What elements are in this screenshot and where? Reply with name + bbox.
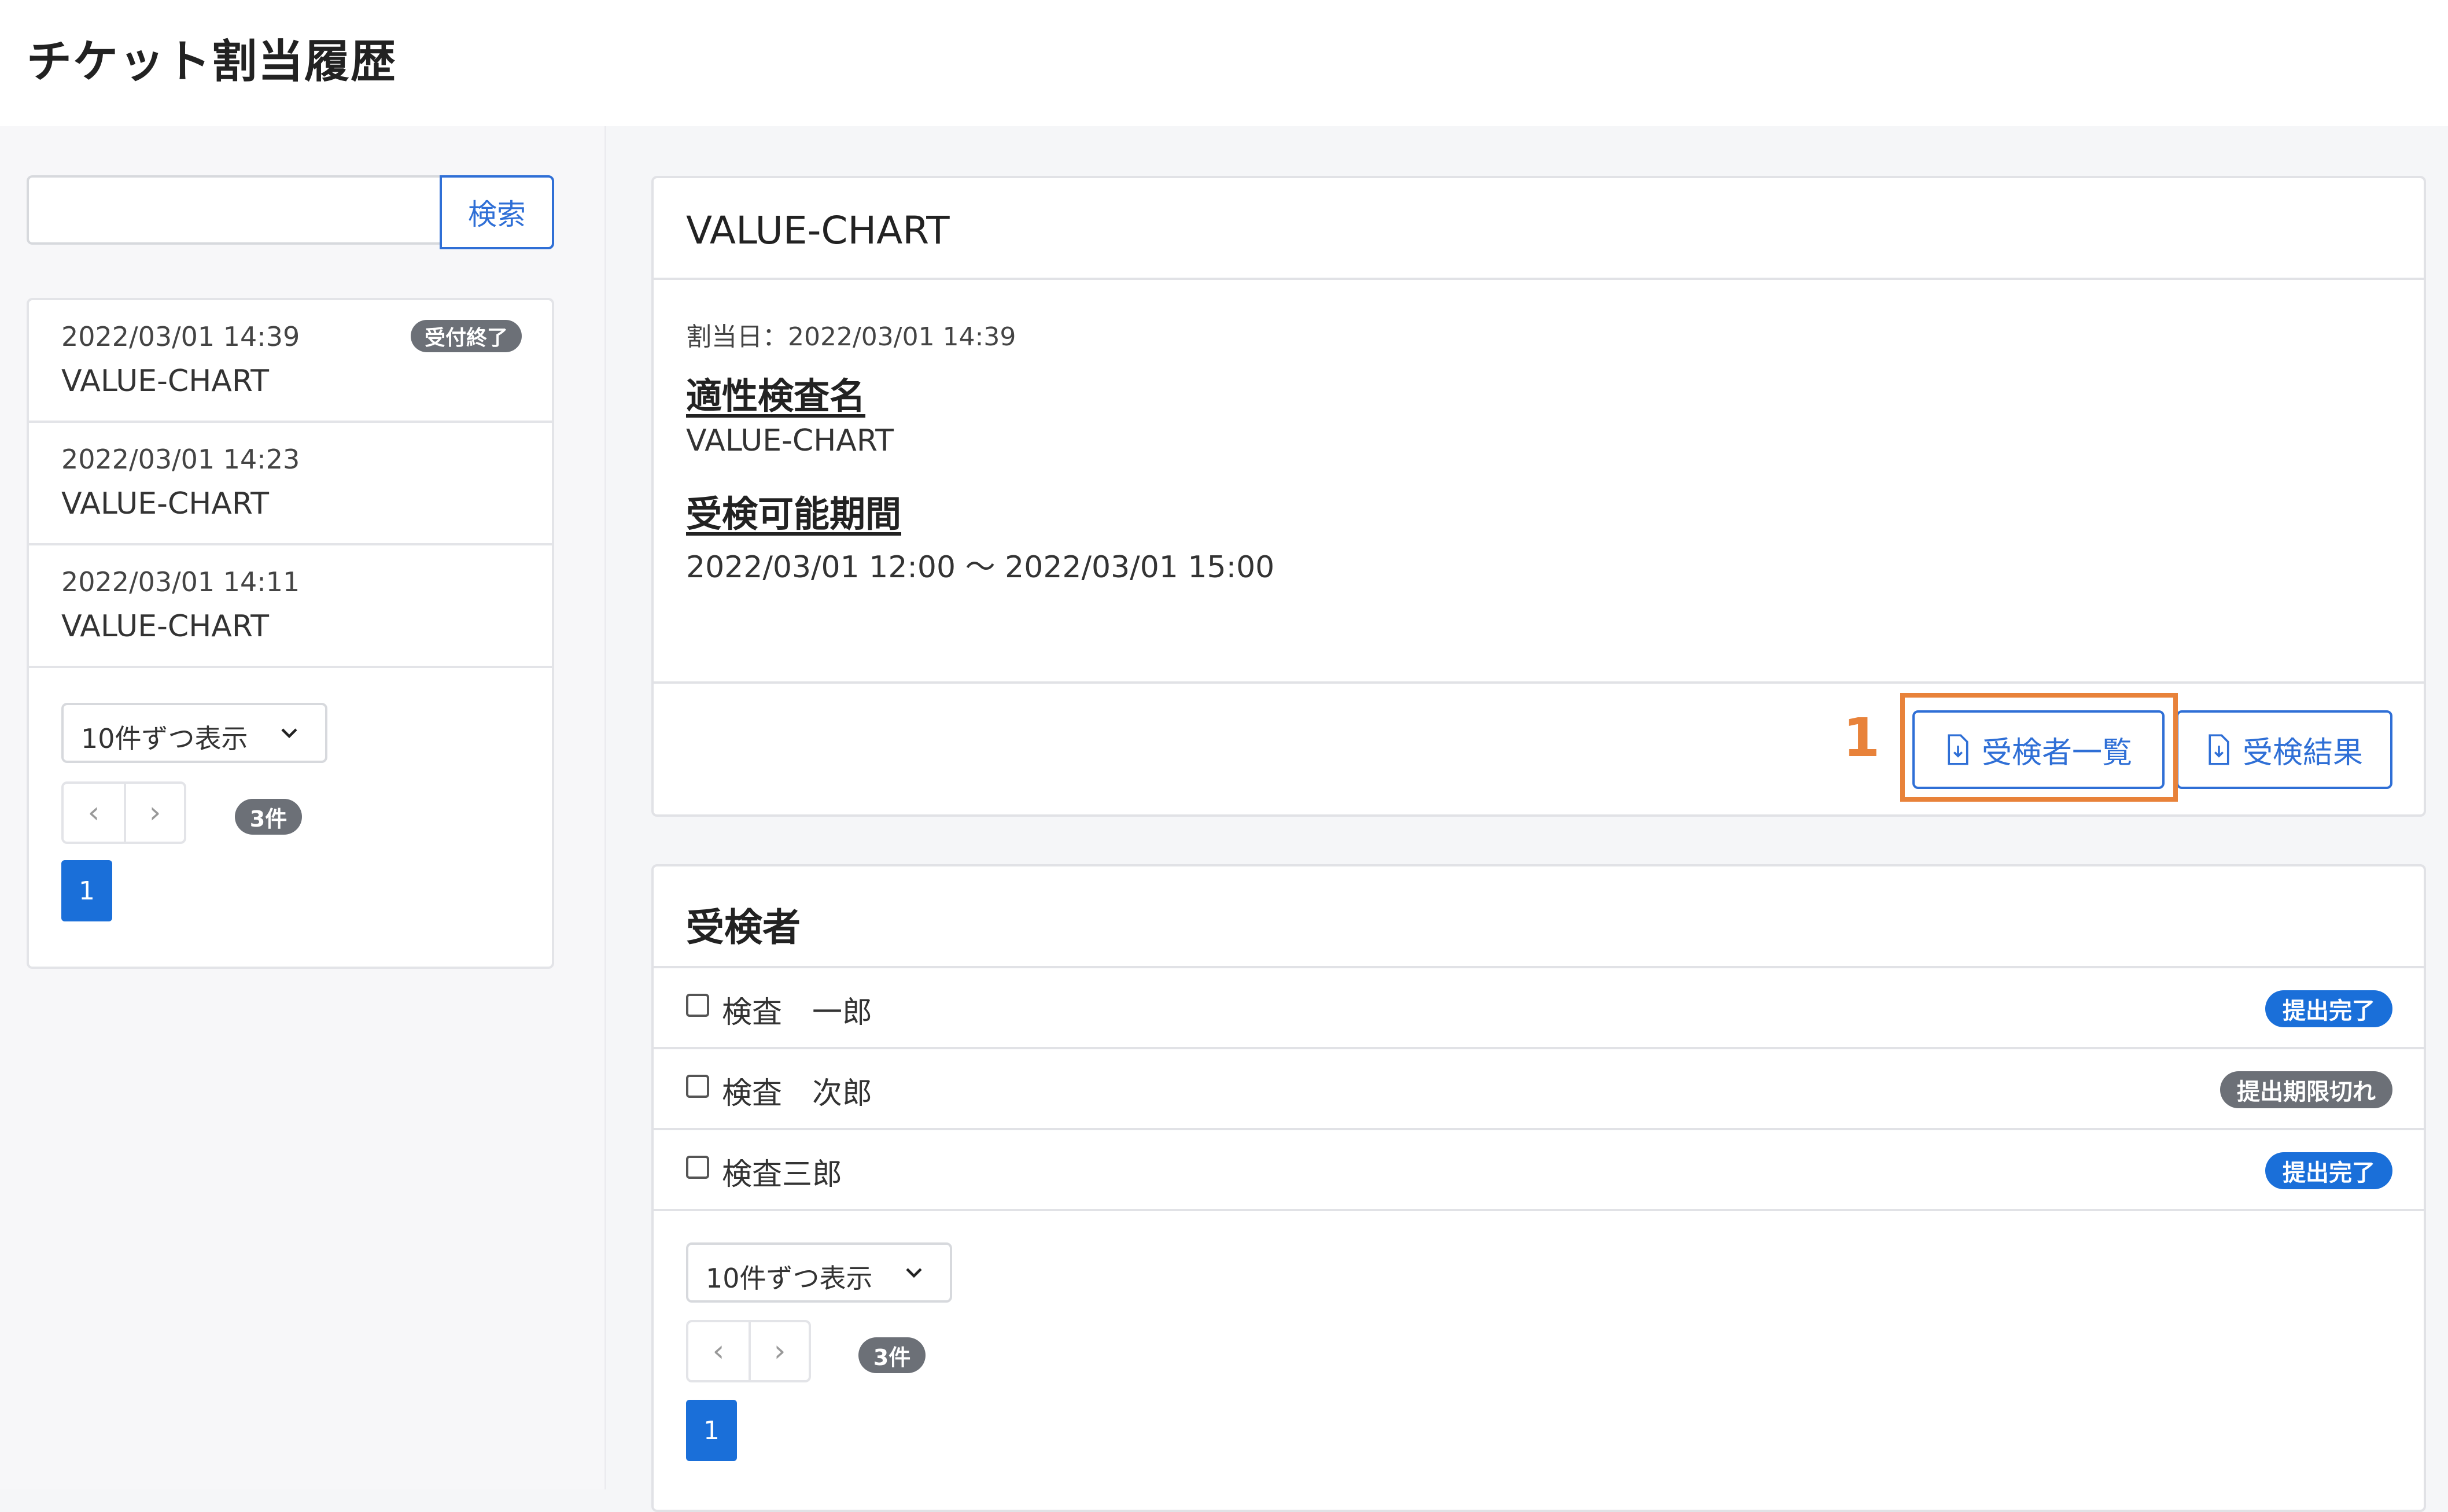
chevron-right-icon[interactable]: › — [750, 1322, 810, 1380]
history-item-date: 2022/03/01 14:23 — [61, 444, 300, 475]
chevron-down-icon — [906, 1268, 922, 1278]
pagination-nav: ‹ › — [61, 781, 186, 844]
examinee-checkbox[interactable] — [686, 1156, 709, 1179]
examinee-checkbox[interactable] — [686, 994, 709, 1017]
count-badge: 3件 — [235, 799, 302, 835]
page-title: チケット割当履歴 — [27, 36, 397, 88]
history-item[interactable]: 2022/03/01 14:11 VALUE-CHART — [29, 545, 552, 668]
pagination-nav: ‹ › — [686, 1320, 811, 1382]
card-footer-divider — [654, 681, 2424, 684]
card-header: 受検者 — [654, 866, 2424, 968]
status-badge: 提出完了 — [2265, 990, 2392, 1027]
status-badge: 提出期限切れ — [2220, 1071, 2392, 1108]
test-name-value: VALUE-CHART — [686, 423, 894, 458]
test-name-heading: 適性検査名 — [686, 375, 866, 417]
examinee-row: 検査三郎 提出完了 — [654, 1130, 2424, 1211]
history-item-date: 2022/03/01 14:39 — [61, 321, 300, 352]
history-item[interactable]: 2022/03/01 14:39 VALUE-CHART 受付終了 — [29, 300, 552, 423]
chevron-left-icon[interactable]: ‹ — [688, 1322, 751, 1380]
card-header: VALUE-CHART — [654, 178, 2424, 280]
page-number-button[interactable]: 1 — [686, 1400, 737, 1461]
chevron-down-icon — [281, 728, 297, 739]
file-download-icon — [2209, 734, 2229, 765]
search-input[interactable] — [27, 175, 441, 245]
period-heading: 受検可能期間 — [686, 493, 902, 535]
status-badge: 提出完了 — [2265, 1152, 2392, 1189]
assign-date: 割当日：2022/03/01 14:39 — [686, 322, 1016, 352]
examinee-row: 検査 一郎 提出完了 — [654, 968, 2424, 1049]
per-page-select[interactable]: 10件ずつ表示 — [61, 703, 327, 763]
results-button[interactable]: 受検結果 — [2176, 710, 2392, 789]
results-label: 受検結果 — [2242, 735, 2363, 770]
search-button[interactable]: 検索 — [440, 175, 554, 249]
history-item-date: 2022/03/01 14:11 — [61, 566, 300, 598]
history-item-name: VALUE-CHART — [61, 486, 269, 521]
chevron-left-icon[interactable]: ‹ — [64, 784, 126, 842]
per-page-label: 10件ずつ表示 — [706, 1263, 873, 1294]
status-badge: 受付終了 — [411, 320, 522, 352]
history-item[interactable]: 2022/03/01 14:23 VALUE-CHART — [29, 423, 552, 545]
examinee-name: 検査 次郎 — [722, 1076, 873, 1111]
history-list-card: 2022/03/01 14:39 VALUE-CHART 受付終了 2022/0… — [27, 298, 554, 969]
per-page-select[interactable]: 10件ずつ表示 — [686, 1242, 952, 1303]
per-page-label: 10件ずつ表示 — [81, 723, 248, 754]
examinee-checkbox[interactable] — [686, 1075, 709, 1098]
chevron-right-icon[interactable]: › — [125, 784, 185, 842]
examinee-name: 検査三郎 — [722, 1157, 843, 1192]
count-badge: 3件 — [858, 1337, 926, 1373]
examinee-name: 検査 一郎 — [722, 995, 873, 1030]
history-item-name: VALUE-CHART — [61, 364, 269, 399]
period-value: 2022/03/01 12:00 〜 2022/03/01 15:00 — [686, 550, 1275, 585]
step-number: 1 — [1843, 707, 1881, 769]
history-item-name: VALUE-CHART — [61, 609, 269, 644]
ticket-title: VALUE-CHART — [686, 208, 950, 253]
page-number-button[interactable]: 1 — [61, 860, 112, 921]
examinee-row: 検査 次郎 提出期限切れ — [654, 1049, 2424, 1130]
examinees-title: 受検者 — [686, 905, 801, 950]
highlight-box — [1900, 693, 2178, 802]
top-bar: チケット割当履歴 — [0, 0, 2448, 126]
examinees-card: 受検者 検査 一郎 提出完了 検査 次郎 提出期限切れ 検査三郎 提出完了 10… — [651, 864, 2426, 1512]
